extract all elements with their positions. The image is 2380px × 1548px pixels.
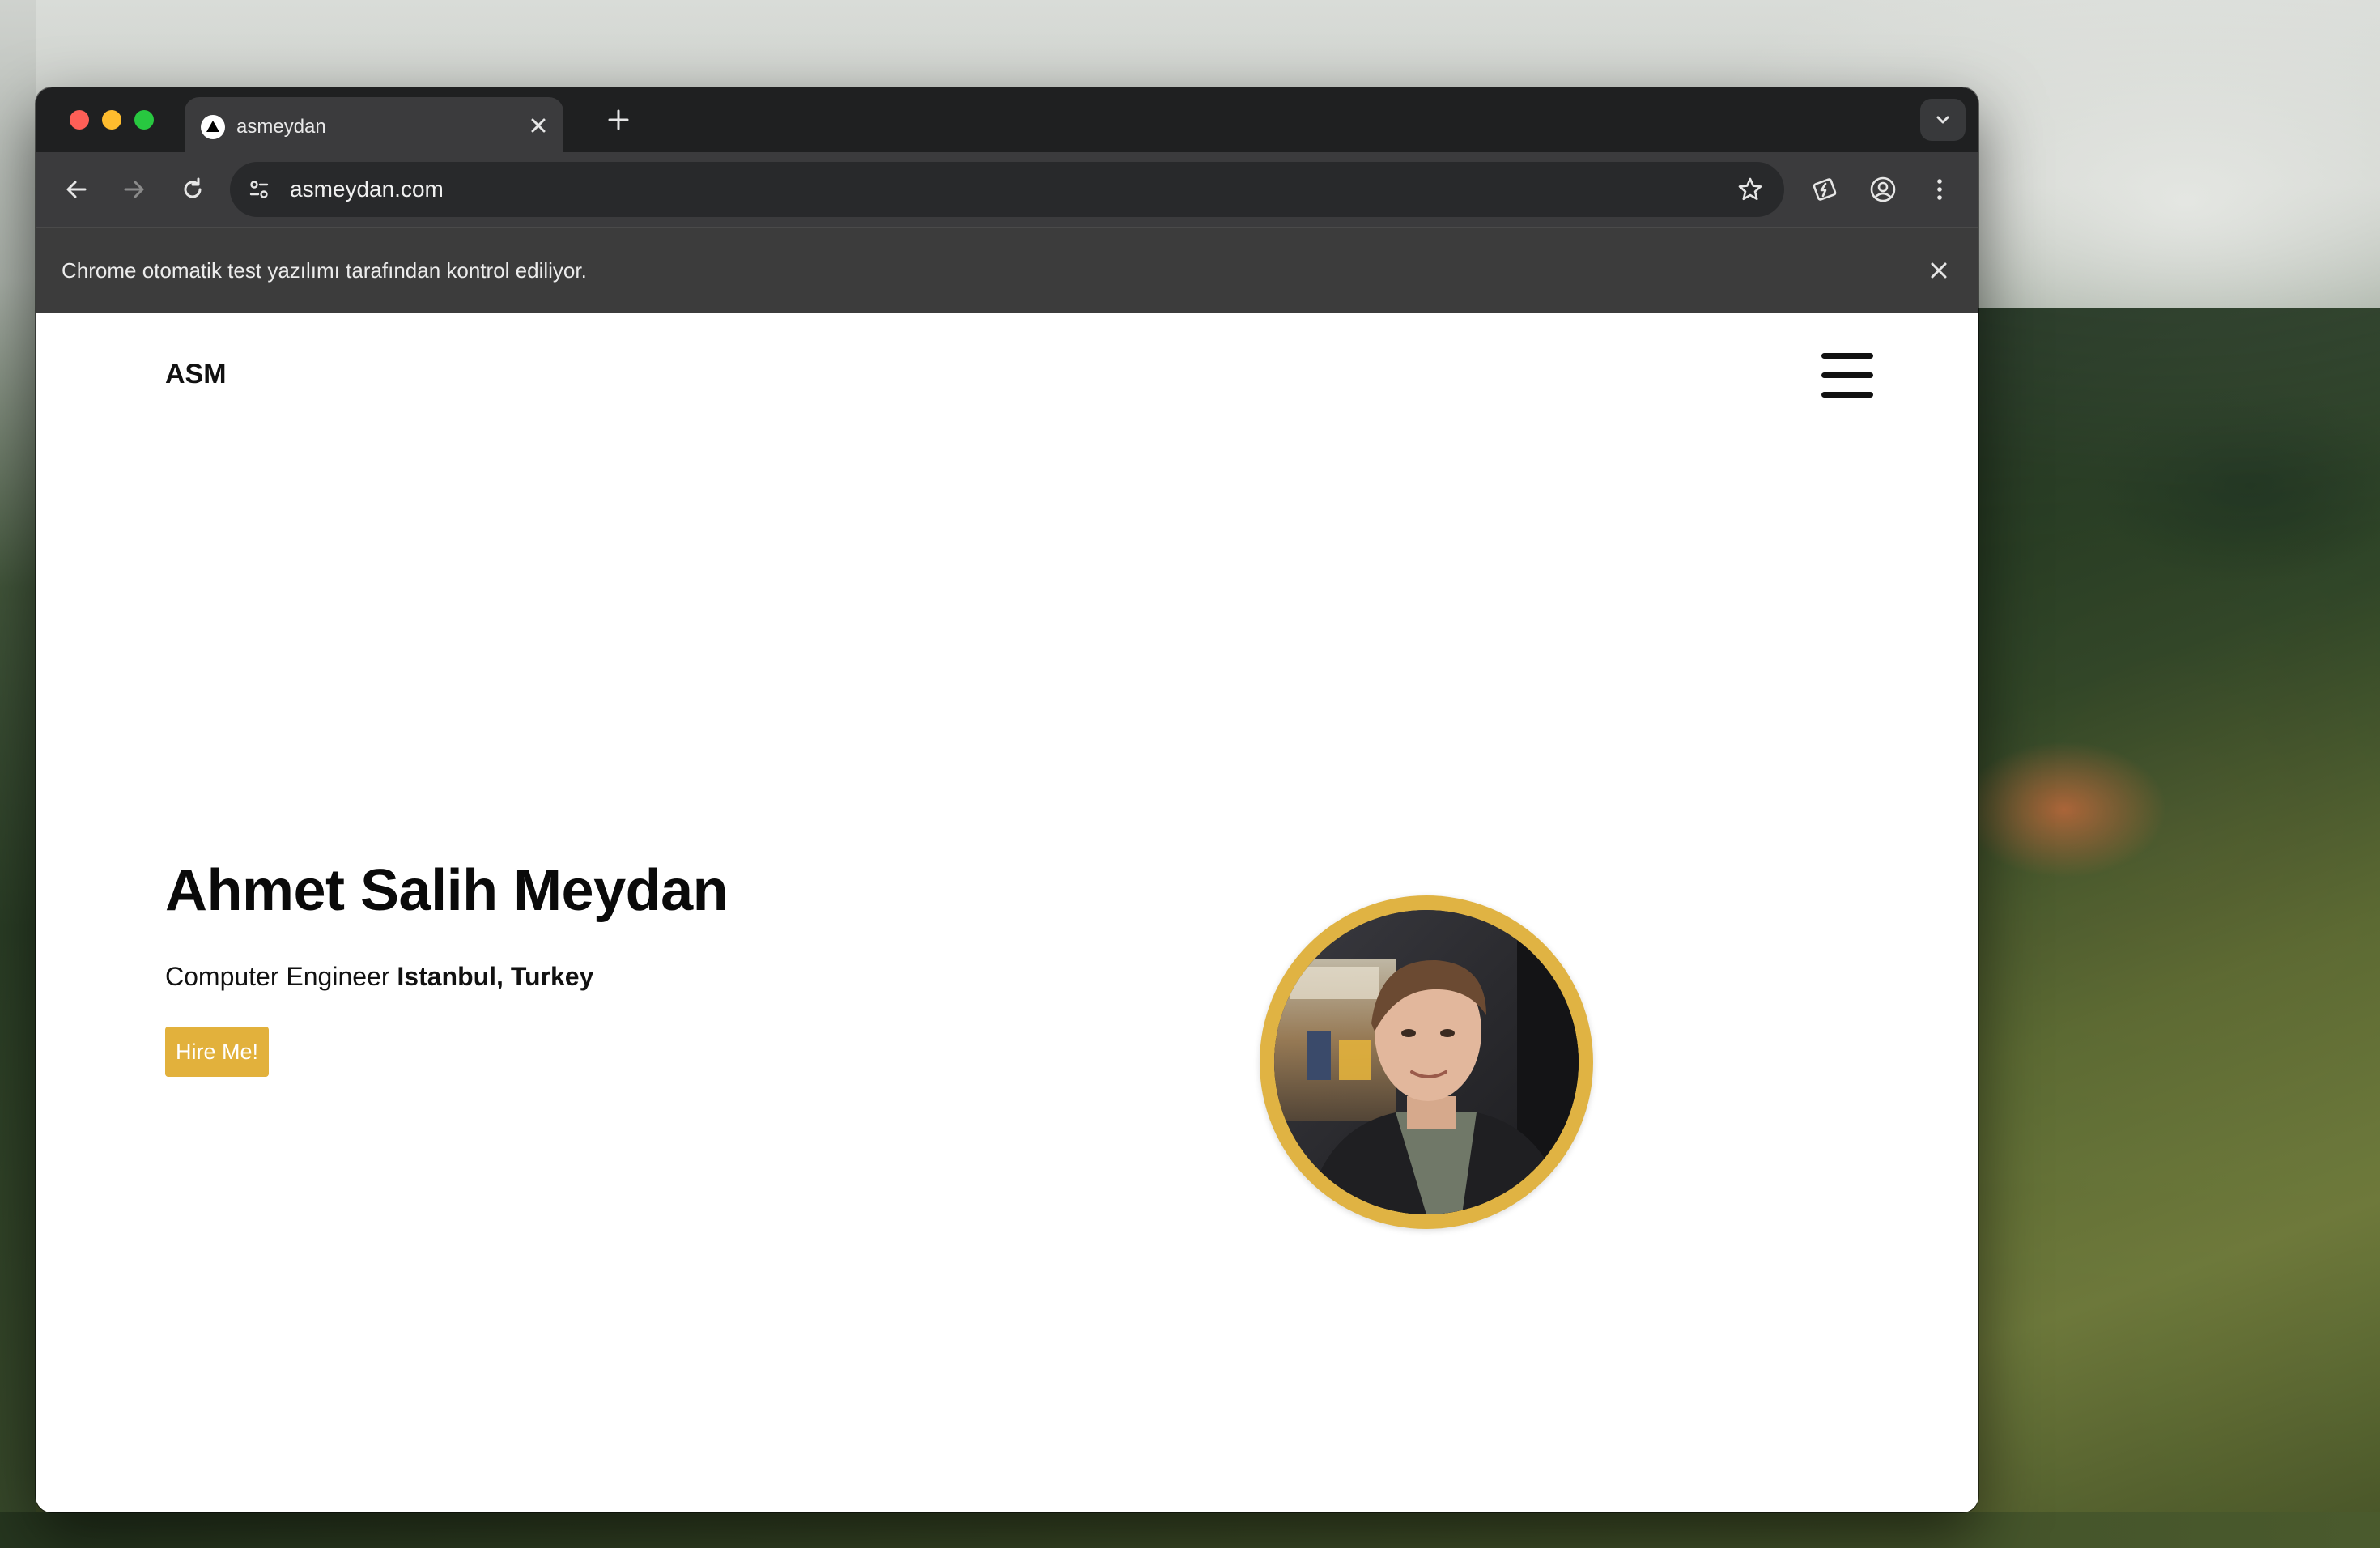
- triangle-logo-icon: [201, 115, 225, 139]
- hero-subtitle: Computer Engineer Istanbul, Turkey: [165, 960, 593, 993]
- back-button[interactable]: [57, 170, 96, 209]
- close-icon[interactable]: [525, 112, 552, 139]
- desktop-wallpaper-hills: [1959, 308, 2380, 1548]
- tab-strip: asmeydan: [36, 87, 1978, 152]
- url-text: asmeydan.com: [290, 176, 444, 202]
- page-content: ASM Ahmet Salih Meydan Computer Engineer…: [36, 313, 1978, 1512]
- automation-infobar: Chrome otomatik test yazılımı tarafından…: [36, 227, 1978, 313]
- avatar: [1260, 895, 1593, 1229]
- forward-button[interactable]: [115, 170, 154, 209]
- new-tab-button[interactable]: [602, 104, 635, 136]
- browser-toolbar: asmeydan.com: [36, 152, 1978, 227]
- close-icon: [1931, 262, 1947, 279]
- window-minimize-button[interactable]: [102, 110, 121, 130]
- star-icon: [1738, 177, 1762, 201]
- reload-icon: [184, 177, 202, 198]
- hamburger-menu-icon[interactable]: [1821, 351, 1873, 400]
- hero-title: Ahmet Salih Meydan: [165, 858, 729, 923]
- tab-asmeydan[interactable]: asmeydan: [185, 97, 563, 152]
- bookmark-button[interactable]: [1734, 173, 1766, 206]
- site-logo[interactable]: ASM: [165, 358, 227, 390]
- chevron-down-icon: [1936, 116, 1949, 124]
- profile-photo: [1274, 910, 1579, 1214]
- desktop-wallpaper-left: [0, 0, 36, 1548]
- infobar-message: Chrome otomatik test yazılımı tarafından…: [62, 258, 587, 283]
- infobar-close-button[interactable]: [1923, 255, 1954, 286]
- tab-title: asmeydan: [236, 116, 326, 138]
- plus-icon: [608, 109, 629, 130]
- address-bar[interactable]: asmeydan.com: [230, 162, 1784, 217]
- hire-me-button[interactable]: Hire Me!: [165, 1027, 269, 1077]
- desktop-wallpaper-bottom: [0, 1512, 2380, 1548]
- extension-icon: [1813, 178, 1837, 201]
- tab-search-button[interactable]: [1920, 99, 1966, 141]
- location-text: Istanbul, Turkey: [397, 962, 594, 991]
- profile-icon: [1870, 176, 1896, 202]
- more-vert-icon: [1937, 179, 1942, 200]
- reload-button[interactable]: [173, 170, 212, 209]
- window-close-button[interactable]: [70, 110, 89, 130]
- profile-button[interactable]: [1864, 170, 1902, 209]
- window-maximize-button[interactable]: [134, 110, 154, 130]
- tune-icon: [249, 181, 269, 198]
- extension-button[interactable]: [1805, 170, 1844, 209]
- arrow-right-icon: [124, 181, 144, 198]
- arrow-left-icon: [66, 181, 87, 198]
- site-info-button[interactable]: [241, 172, 277, 207]
- browser-window: asmeydan asmeydan.com Chrome otomatik te…: [36, 87, 1978, 1512]
- role-text: Computer Engineer: [165, 962, 390, 991]
- browser-menu-button[interactable]: [1920, 170, 1959, 209]
